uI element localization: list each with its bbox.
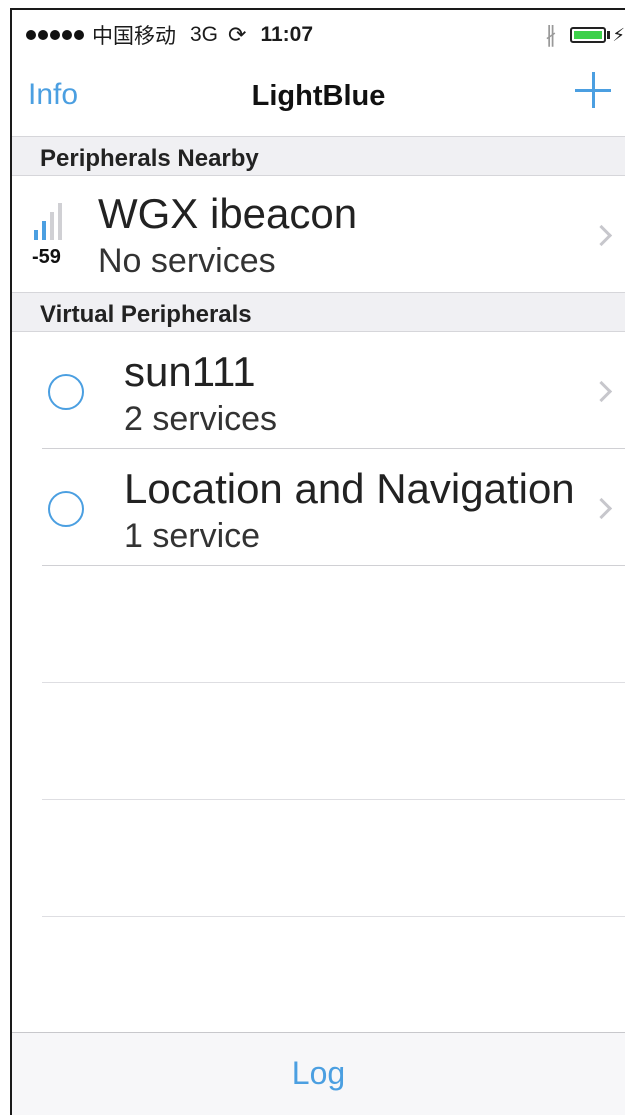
battery-fill (574, 31, 603, 39)
peripheral-row-wgx-ibeacon[interactable]: -59 WGX ibeacon No services (12, 176, 625, 292)
empty-row-separator (42, 799, 625, 800)
signal-bar (42, 221, 46, 240)
page-title: LightBlue (251, 80, 386, 112)
select-circle-icon[interactable] (48, 374, 84, 410)
virtual-peripheral-detail: 2 services (124, 400, 278, 438)
sync-icon: ⟳ (228, 22, 247, 47)
virtual-peripheral-name: sun111 (124, 348, 256, 395)
empty-row-separator (42, 682, 625, 683)
carrier-name: 中国移动 (92, 25, 176, 48)
navigation-bar: Info LightBlue (12, 56, 625, 137)
status-bar: 中国移动 3G ⟳ 11:07 ∦ ⚡ (12, 10, 625, 56)
virtual-peripheral-row-sun111[interactable]: sun111 2 services (12, 332, 625, 448)
virtual-peripheral-detail: 1 service (124, 517, 261, 555)
signal-bar (34, 230, 38, 240)
section-header-label: Peripherals Nearby (40, 145, 259, 172)
section-header-virtual: Virtual Peripherals (12, 292, 625, 332)
section-header-nearby: Peripherals Nearby (12, 136, 625, 176)
virtual-peripheral-name: Location and Navigation (124, 465, 575, 512)
signal-bar (50, 212, 54, 240)
peripheral-name: WGX ibeacon (98, 190, 358, 237)
network-type: 3G (190, 23, 219, 46)
chevron-right-icon (590, 380, 613, 403)
chevron-right-icon (590, 224, 613, 247)
charging-icon: ⚡ (612, 24, 625, 45)
row-separator (42, 565, 625, 566)
add-button[interactable] (573, 68, 613, 108)
virtual-peripheral-row-location-navigation[interactable]: Location and Navigation 1 service (12, 449, 625, 565)
chevron-right-icon (590, 497, 613, 520)
cell-signal-icon (26, 30, 86, 40)
rssi-indicator: -59 (32, 200, 76, 280)
log-button[interactable]: Log (12, 1055, 625, 1092)
signal-bar (58, 203, 62, 240)
rssi-value: -59 (32, 246, 61, 268)
phone-screen: 中国移动 3G ⟳ 11:07 ∦ ⚡ Info LightBlue Perip… (10, 8, 625, 1115)
section-header-label: Virtual Peripherals (40, 301, 252, 328)
signal-strength-icon (34, 200, 74, 240)
bottom-toolbar: Log (12, 1032, 625, 1115)
status-time: 11:07 (260, 23, 314, 46)
battery-tip (607, 31, 611, 39)
bluetooth-icon: ∦ (545, 22, 557, 47)
status-right: ∦ ⚡ (545, 22, 625, 48)
status-left: 中国移动 3G ⟳ 11:07 (26, 20, 313, 50)
peripheral-detail: No services (98, 242, 276, 280)
empty-row-separator (42, 916, 625, 917)
select-circle-icon[interactable] (48, 491, 84, 527)
battery-icon (570, 27, 607, 43)
